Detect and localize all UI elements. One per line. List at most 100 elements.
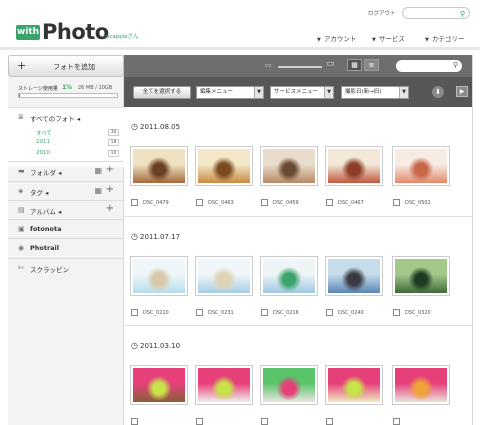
photo-checkbox[interactable] — [196, 309, 203, 316]
photo-thumbnail[interactable] — [130, 365, 188, 405]
sort-select[interactable]: 撮影日(新→旧) ▼ — [341, 86, 409, 99]
photo-image — [395, 149, 447, 183]
clock-icon: ◷ — [131, 232, 138, 241]
count-badge: 30 — [108, 129, 119, 136]
photo-filename: DSC_0320 — [405, 310, 431, 316]
photo-image — [328, 368, 380, 402]
sidebar-subitem-2010[interactable]: 2010 — [36, 150, 50, 156]
photo-filename: DSC_0463 — [208, 200, 234, 206]
photo-checkbox[interactable] — [131, 418, 138, 425]
count-badge: 10 — [108, 150, 119, 157]
zoom-slider[interactable] — [278, 66, 322, 68]
scissors-icon: ✄ — [18, 264, 24, 272]
grid-icon[interactable]: ▦ — [94, 166, 102, 175]
nav-service-label: サービス — [378, 35, 405, 43]
photo-thumbnail[interactable] — [260, 256, 318, 296]
photo-thumbnail[interactable] — [130, 256, 188, 296]
sidebar-item-tag[interactable]: ◈ タグ ◂ ▦ + — [8, 181, 124, 200]
user-greeting: cocappleさん — [103, 34, 139, 40]
grid-icon[interactable]: ▦ — [94, 186, 102, 195]
edit-menu-select[interactable]: 編集メニュー ▼ — [196, 86, 264, 99]
list-icon: ≣ — [18, 113, 24, 121]
sidebar-item-album[interactable]: ▤ アルバム ◂ + — [8, 200, 124, 219]
sidebar-subitem-all[interactable]: すべて — [36, 129, 52, 137]
storage-value: 26 MB / 10GB — [78, 85, 113, 91]
logout-link[interactable]: ログアウト — [368, 9, 396, 17]
photo-checkbox[interactable] — [326, 418, 333, 425]
photo-checkbox[interactable] — [131, 199, 138, 206]
photo-image — [395, 368, 447, 402]
photo-checkbox[interactable] — [196, 199, 203, 206]
list-view-button[interactable]: ≡ — [364, 59, 379, 71]
photo-checkbox[interactable] — [393, 309, 400, 316]
sidebar-item-label: Photrail — [30, 244, 60, 252]
photo-thumbnail[interactable] — [392, 146, 450, 186]
photo-filename: DSC_0459 — [273, 200, 299, 206]
photo-filename: DSC_0240 — [338, 310, 364, 316]
date-label: 2011.03.10 — [139, 342, 181, 350]
grid-view-button[interactable]: ▦ — [347, 59, 362, 71]
date-heading: ◷ 2011.07.17 — [131, 232, 180, 241]
sidebar-item-folder[interactable]: ▬ フォルダ ◂ ▦ + — [8, 161, 124, 181]
sidebar-item-scrappin[interactable]: ✄ スクラッピン — [8, 258, 124, 278]
photo-image — [133, 149, 185, 183]
photo-thumbnail[interactable] — [325, 256, 383, 296]
scrollbar[interactable] — [472, 55, 480, 425]
sidebar-subitem-2011[interactable]: 2011 — [36, 139, 50, 145]
clock-icon: ◷ — [131, 122, 138, 131]
download-icon[interactable]: ⬇ — [432, 86, 444, 98]
photo-thumbnail[interactable] — [260, 365, 318, 405]
photo-checkbox[interactable] — [261, 309, 268, 316]
chevron-down-icon: ▼ — [254, 87, 263, 98]
header-search-input[interactable]: ⚲ — [402, 7, 470, 19]
search-icon[interactable]: ⚲ — [453, 61, 458, 69]
zoom-small-icon[interactable]: ▭ — [265, 61, 272, 69]
photo-checkbox[interactable] — [196, 418, 203, 425]
nav-account[interactable]: ▼ アカウント — [317, 33, 356, 43]
nav-service[interactable]: ▼ サービス — [372, 33, 405, 43]
add-album-icon[interactable]: + — [106, 203, 114, 214]
sidebar-item-fotonota[interactable]: ▣ fotonota — [8, 219, 124, 238]
fotonota-icon: ▣ — [18, 225, 25, 233]
slideshow-icon[interactable]: ▶ — [456, 86, 468, 97]
photo-checkbox[interactable] — [393, 199, 400, 206]
service-menu-select[interactable]: サービスメニュー ▼ — [270, 86, 334, 99]
photo-checkbox[interactable] — [326, 199, 333, 206]
nav-category[interactable]: ▼ カテゴリー — [425, 33, 464, 43]
photo-thumbnail[interactable] — [130, 146, 188, 186]
date-heading: ◷ 2011.08.05 — [131, 122, 180, 131]
add-folder-icon[interactable]: + — [106, 164, 114, 175]
photo-image — [263, 149, 315, 183]
photo-thumbnail[interactable] — [195, 146, 253, 186]
photo-thumbnail[interactable] — [392, 256, 450, 296]
plus-icon: + — [17, 59, 27, 72]
storage-label: ストレージ使用量 — [18, 86, 58, 92]
date-label: 2011.08.05 — [139, 123, 181, 131]
storage-bar — [18, 93, 118, 98]
photo-search-input[interactable]: ⚲ — [396, 60, 462, 72]
add-tag-icon[interactable]: + — [106, 184, 114, 195]
photo-thumbnail[interactable] — [392, 365, 450, 405]
photo-checkbox[interactable] — [131, 309, 138, 316]
date-label: 2011.07.17 — [139, 233, 181, 241]
nav-account-label: アカウント — [323, 35, 357, 43]
photo-thumbnail[interactable] — [195, 256, 253, 296]
sidebar-item-label: fotonota — [30, 225, 62, 233]
photo-thumbnail[interactable] — [260, 146, 318, 186]
search-icon[interactable]: ⚲ — [460, 10, 465, 18]
photo-checkbox[interactable] — [326, 309, 333, 316]
group-divider — [124, 325, 472, 326]
photo-thumbnail[interactable] — [195, 365, 253, 405]
select-all-button[interactable]: 全てを選択する — [133, 86, 191, 99]
add-photo-button[interactable]: + フォトを追加 — [8, 55, 124, 77]
photo-checkbox[interactable] — [261, 418, 268, 425]
add-photo-label: フォトを追加 — [53, 63, 95, 71]
sidebar-item-photrail[interactable]: ◉ Photrail — [8, 238, 124, 258]
zoom-large-icon[interactable]: ▭ — [326, 59, 335, 69]
photo-thumbnail[interactable] — [325, 146, 383, 186]
photo-thumbnail[interactable] — [325, 365, 383, 405]
sidebar-item-all-photos[interactable]: ≣ すべてのフォト ◂ すべて 30 2011 18 2010 10 — [8, 107, 124, 167]
photo-checkbox[interactable] — [393, 418, 400, 425]
photo-checkbox[interactable] — [261, 199, 268, 206]
header-divider — [0, 47, 480, 50]
